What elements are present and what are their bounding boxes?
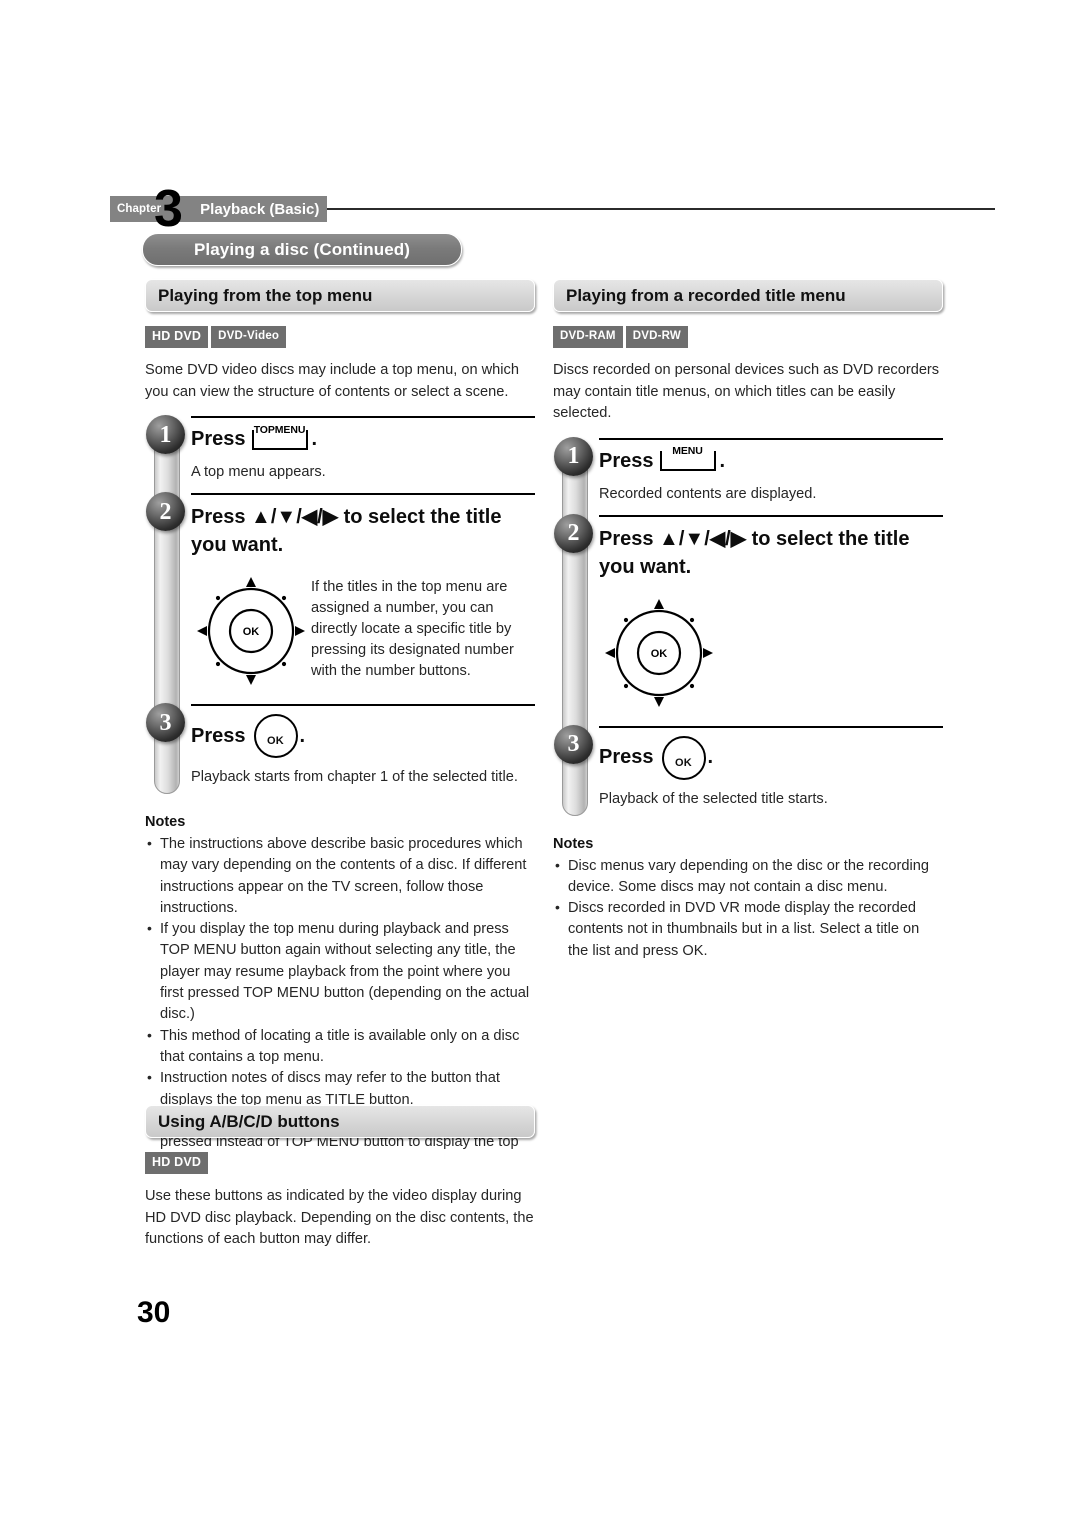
step-number-badge: 1 — [146, 415, 185, 454]
period: . — [311, 428, 318, 450]
disc-badge-dvd-ram: DVD-RAM — [553, 326, 623, 348]
svg-text:OK: OK — [243, 626, 260, 638]
disc-badge-hd-dvd: HD DVD — [145, 326, 209, 348]
topmenu-button-icon: TOPMENU — [251, 424, 308, 450]
step-number-badge: 3 — [146, 703, 185, 742]
step-number-badge: 2 — [146, 492, 185, 531]
left-column: Playing from the top menu HD DVD DVD-Vid… — [145, 279, 535, 1175]
right-section-header: Playing from a recorded title menu — [553, 279, 943, 312]
step-number-badge: 1 — [554, 436, 593, 476]
press-word: Press — [191, 428, 246, 450]
chapter-title: Playback (Basic) — [200, 200, 320, 218]
left-step-2-note: If the titles in the top menu are assign… — [311, 579, 514, 679]
left-step-3: 3 Press . Playback starts from chapter 1… — [146, 703, 535, 798]
left-step-3-title: Press . — [191, 714, 535, 758]
press-word: Press — [191, 724, 246, 747]
step-number: 1 — [567, 443, 580, 469]
section-banner: Playing a disc (Continued) — [142, 233, 462, 266]
right-step-3-desc: Playback of the selected title starts. — [599, 790, 828, 807]
right-step-1: 1 Press MENU . Recorded contents are dis… — [554, 436, 943, 515]
right-steps: 1 Press MENU . Recorded contents are dis… — [553, 436, 943, 820]
menu-button-icon: MENU — [659, 445, 716, 471]
press-word: Press — [599, 449, 654, 472]
left-steps: 1 Press TOPMENU . A top menu appears. 2 … — [145, 415, 535, 798]
right-step-2-title: Press ▲/▼/◀/▶ to select the title you wa… — [599, 527, 910, 578]
left-notes-title: Notes — [145, 814, 186, 830]
note-item: Disc menus vary depending on the disc or… — [553, 855, 943, 899]
right-step-1-desc: Recorded contents are displayed. — [599, 485, 817, 502]
left-step-1-title: Press TOPMENU . — [191, 424, 535, 453]
note-item: Discs recorded in DVD VR mode display th… — [553, 897, 943, 962]
disc-badge-dvd-video: DVD-Video — [211, 326, 287, 348]
period: . — [719, 449, 726, 472]
step-number-badge: 2 — [554, 513, 593, 553]
step-number: 3 — [567, 731, 580, 757]
right-dpad-row: OK — [599, 591, 943, 716]
disc-badge-hd-dvd: HD DVD — [145, 1152, 209, 1174]
right-notes-title: Notes — [553, 835, 594, 852]
ok-button-icon — [253, 714, 298, 758]
note-item: This method of locating a title is avail… — [145, 1025, 535, 1069]
step-number-badge: 3 — [554, 724, 593, 764]
bottom-section-title: Using A/B/C/D buttons — [158, 1111, 340, 1131]
right-disc-badges: DVD-RAM DVD-RW — [553, 326, 943, 348]
bottom-section-header: Using A/B/C/D buttons — [145, 1105, 535, 1138]
dpad-icon: OK — [599, 591, 719, 716]
dpad-icon: OK — [191, 569, 311, 694]
left-section-header: Playing from the top menu — [145, 279, 535, 312]
right-step-1-title: Press MENU . — [599, 445, 943, 475]
period: . — [707, 746, 714, 768]
bottom-section: Using A/B/C/D buttons HD DVD Use these b… — [145, 1105, 535, 1251]
step-number: 2 — [567, 520, 580, 546]
left-section-title: Playing from the top menu — [158, 285, 373, 305]
press-word: Press — [599, 746, 654, 768]
ok-button-icon — [661, 735, 706, 780]
step-number: 3 — [159, 709, 172, 736]
disc-badge-dvd-rw: DVD-RW — [625, 326, 688, 348]
step-number: 2 — [159, 498, 172, 525]
right-step-3: 3 Press . Playback of the selected title… — [554, 724, 943, 820]
right-section-title: Playing from a recorded title menu — [566, 285, 846, 305]
left-step-1-desc: A top menu appears. — [191, 464, 326, 480]
chapter-header: Chapter Playback (Basic) 3 — [110, 183, 995, 235]
left-step-2: 2 Press ▲/▼/◀/▶ to select the title you … — [146, 492, 535, 704]
bottom-disc-badges: HD DVD — [145, 1152, 535, 1174]
page-number: 30 — [137, 1296, 171, 1329]
right-column: Playing from a recorded title menu DVD-R… — [553, 279, 943, 962]
left-dpad-row: OK If the titles in the top menu are ass… — [191, 569, 535, 694]
right-step-3-title: Press . — [599, 735, 943, 780]
topmenu-button-label: TOPMENU — [253, 423, 306, 436]
right-notes-list: Disc menus vary depending on the disc or… — [553, 855, 943, 962]
menu-button-label: MENU — [672, 445, 703, 457]
chapter-tab: Chapter Playback (Basic) — [110, 196, 328, 222]
left-disc-badges: HD DVD DVD-Video — [145, 326, 535, 348]
left-intro-text: Some DVD video discs may include a top m… — [145, 362, 519, 400]
left-step-3-desc: Playback starts from chapter 1 of the se… — [191, 769, 518, 785]
right-intro-text: Discs recorded on personal devices such … — [553, 362, 940, 421]
step-number: 1 — [159, 421, 172, 448]
left-step-2-title: Press ▲/▼/◀/▶ to select the title you wa… — [191, 506, 502, 556]
chapter-number: 3 — [154, 180, 183, 238]
svg-text:OK: OK — [651, 648, 668, 660]
bottom-body-text: Use these buttons as indicated by the vi… — [145, 1188, 534, 1247]
manual-page: Chapter Playback (Basic) 3 Playing a dis… — [0, 0, 1080, 1528]
period: . — [299, 724, 306, 747]
left-step-1: 1 Press TOPMENU . A top menu appears. — [146, 415, 535, 493]
section-banner-label: Playing a disc (Continued) — [193, 239, 411, 259]
note-item: The instructions above describe basic pr… — [145, 833, 535, 919]
right-step-2: 2 Press ▲/▼/◀/▶ to select the title you … — [554, 513, 943, 726]
note-item: If you display the top menu during playb… — [145, 918, 535, 1025]
